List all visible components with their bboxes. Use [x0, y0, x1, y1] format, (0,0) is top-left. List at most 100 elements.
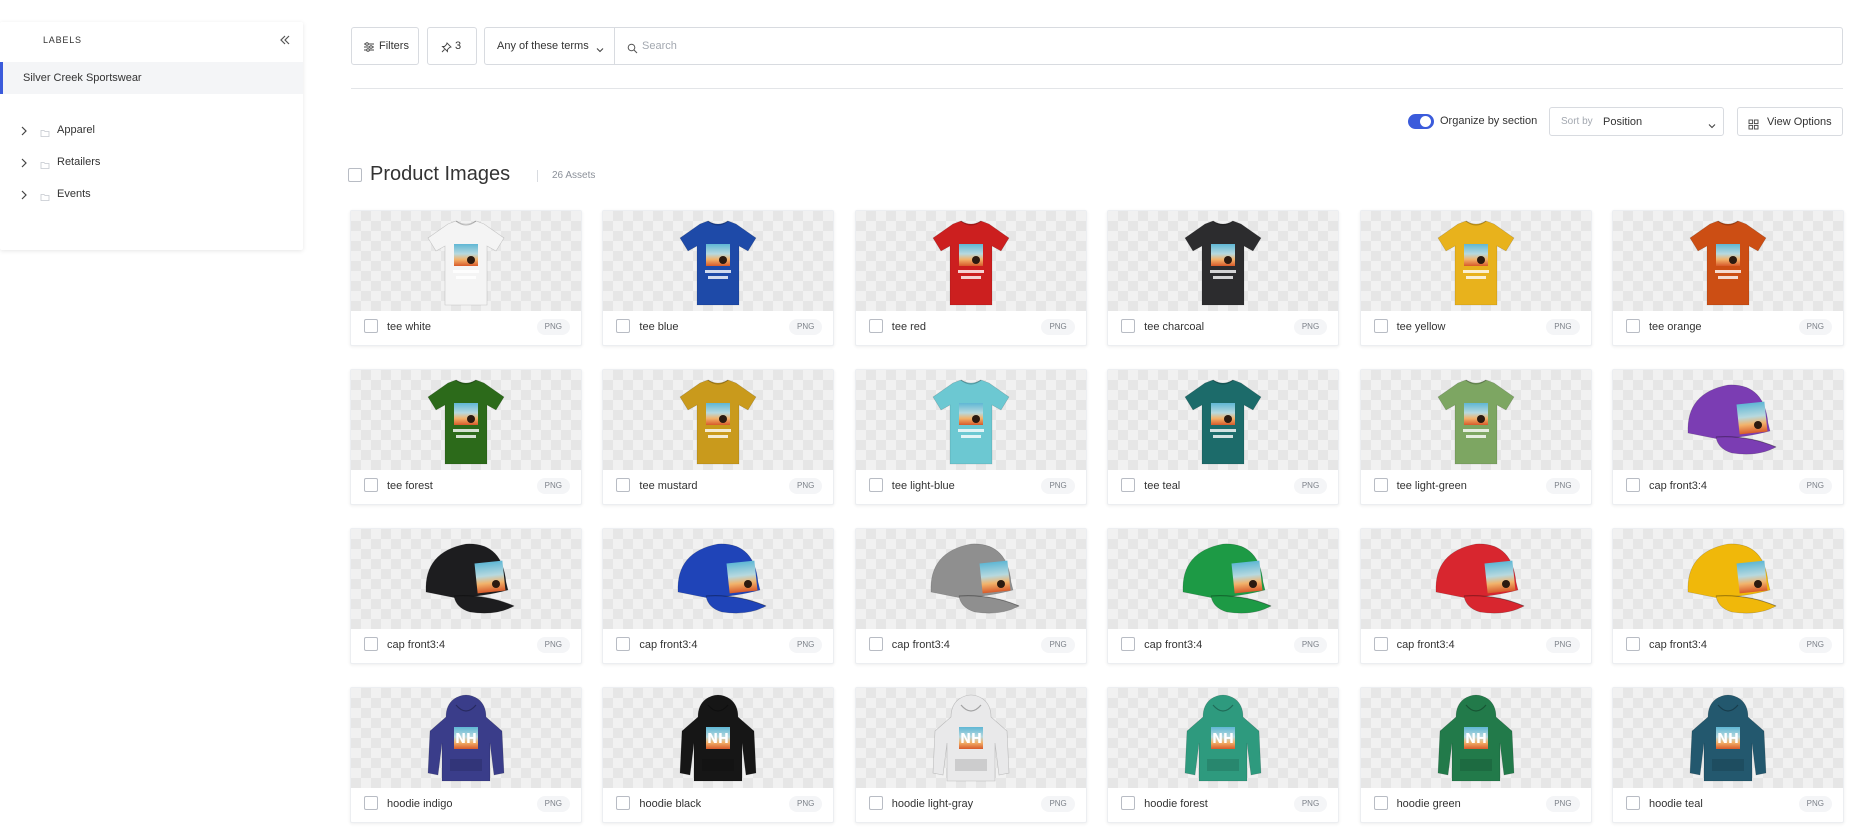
asset-card[interactable]: tee mustard PNG [602, 369, 835, 505]
view-options-button[interactable]: View Options [1737, 107, 1843, 136]
chevron-right-icon[interactable] [18, 156, 30, 168]
asset-thumbnail [1612, 370, 1843, 470]
asset-checkbox[interactable] [1121, 796, 1136, 810]
asset-checkbox[interactable] [364, 478, 378, 492]
asset-checkbox[interactable] [868, 478, 883, 492]
cap-image [1687, 384, 1777, 455]
asset-checkbox[interactable] [616, 637, 631, 651]
filters-label: Filters [379, 40, 409, 52]
asset-card[interactable]: tee teal PNG [1107, 369, 1340, 505]
file-format-badge: PNG [536, 478, 570, 494]
cap-image [930, 543, 1020, 614]
asset-checkbox[interactable] [1121, 637, 1136, 651]
asset-thumbnail [351, 211, 581, 311]
asset-card[interactable]: NH hoodie forest PNG [1107, 687, 1340, 823]
asset-checkbox[interactable] [1373, 796, 1388, 810]
sidebar-item-events[interactable]: Events [0, 180, 303, 208]
asset-card[interactable]: cap front3:4 PNG [1107, 528, 1340, 664]
sidebar-item-apparel[interactable]: Apparel [0, 116, 303, 144]
terms-mode-label: Any of these terms [497, 40, 589, 52]
cap-image [678, 543, 768, 614]
asset-card[interactable]: cap front3:4 PNG [602, 528, 835, 664]
asset-thumbnail [351, 370, 581, 470]
chevron-down-icon [595, 42, 605, 53]
file-format-badge: PNG [1293, 637, 1328, 653]
file-format-badge: PNG [536, 796, 570, 812]
asset-count: 26 Assets [552, 170, 596, 181]
asset-checkbox[interactable] [1625, 796, 1640, 810]
organize-by-section-toggle[interactable] [1408, 114, 1434, 129]
asset-checkbox[interactable] [1625, 637, 1640, 651]
asset-card[interactable]: cap front3:4 PNG [1611, 369, 1844, 505]
asset-card[interactable]: tee light-green PNG [1359, 369, 1592, 505]
asset-card[interactable]: tee white PNG [350, 210, 582, 346]
asset-checkbox[interactable] [1121, 319, 1136, 333]
asset-checkbox[interactable] [616, 319, 631, 333]
search-icon [627, 41, 638, 54]
asset-checkbox[interactable] [1625, 478, 1640, 492]
asset-card[interactable]: NH hoodie light-gray PNG [854, 687, 1087, 823]
asset-card[interactable]: tee orange PNG [1611, 210, 1844, 346]
asset-checkbox[interactable] [868, 637, 883, 651]
asset-checkbox[interactable] [868, 796, 883, 810]
sidebar-root-item[interactable]: Silver Creek Sportswear [0, 62, 303, 94]
labels-sidebar: LABELS Silver Creek Sportswear Apparel R… [0, 22, 303, 250]
asset-card[interactable]: tee yellow PNG [1359, 210, 1592, 346]
terms-mode-select[interactable]: Any of these terms [485, 28, 615, 64]
tee-image [679, 220, 757, 306]
asset-card[interactable]: cap front3:4 PNG [350, 528, 582, 664]
pinned-filters-button[interactable]: 3 [427, 27, 477, 65]
asset-card[interactable]: tee blue PNG [602, 210, 835, 346]
asset-checkbox[interactable] [364, 637, 378, 651]
asset-thumbnail [855, 529, 1086, 629]
sort-select[interactable]: Sort by Position [1549, 107, 1724, 136]
pinned-count: 3 [455, 40, 462, 52]
asset-checkbox[interactable] [1373, 319, 1388, 333]
asset-card[interactable]: cap front3:4 PNG [854, 528, 1087, 664]
search-input[interactable] [642, 36, 1822, 56]
asset-card[interactable]: NH hoodie green PNG [1359, 687, 1592, 823]
asset-checkbox[interactable] [1121, 478, 1136, 492]
asset-card[interactable]: tee red PNG [854, 210, 1087, 346]
asset-checkbox[interactable] [1625, 319, 1640, 333]
asset-card[interactable]: tee forest PNG [350, 369, 582, 505]
svg-text:NH: NH [960, 732, 982, 747]
asset-checkbox[interactable] [364, 796, 378, 810]
tee-image [1437, 379, 1514, 465]
file-format-badge: PNG [1546, 319, 1580, 335]
asset-checkbox[interactable] [868, 319, 883, 333]
sidebar-item-retailers[interactable]: Retailers [0, 148, 303, 176]
asset-checkbox[interactable] [1373, 637, 1388, 651]
tee-image [427, 379, 505, 465]
file-format-badge: PNG [1798, 796, 1832, 812]
asset-checkbox[interactable] [364, 319, 378, 333]
chevron-right-icon[interactable] [18, 124, 30, 136]
cap-image [1182, 543, 1272, 614]
chevron-right-icon[interactable] [18, 188, 30, 200]
select-section-checkbox[interactable] [348, 168, 362, 182]
asset-card[interactable]: NH hoodie black PNG [602, 687, 835, 823]
asset-thumbnail: NH [855, 688, 1086, 788]
asset-thumbnail [1360, 529, 1591, 629]
asset-name: hoodie green [1396, 798, 1461, 810]
filters-button[interactable]: Filters [351, 27, 419, 65]
asset-card[interactable]: cap front3:4 PNG [1359, 528, 1592, 664]
collapse-sidebar-icon[interactable] [276, 31, 294, 49]
organize-by-section-label: Organize by section [1440, 115, 1538, 127]
asset-checkbox[interactable] [616, 796, 631, 810]
asset-card[interactable]: tee light-blue PNG [854, 369, 1087, 505]
asset-card[interactable]: NH hoodie teal PNG [1611, 687, 1844, 823]
asset-thumbnail [351, 529, 581, 629]
asset-thumbnail: NH [603, 688, 834, 788]
cap-image [1435, 543, 1525, 614]
sliders-icon [363, 40, 375, 52]
hoodie-image: NH [1184, 694, 1262, 782]
asset-card[interactable]: cap front3:4 PNG [1611, 528, 1844, 664]
asset-thumbnail [1108, 529, 1339, 629]
asset-thumbnail: NH [1108, 688, 1339, 788]
asset-checkbox[interactable] [616, 478, 631, 492]
asset-card[interactable]: tee charcoal PNG [1107, 210, 1340, 346]
asset-thumbnail [1108, 211, 1339, 311]
asset-card[interactable]: NH hoodie indigo PNG [350, 687, 582, 823]
asset-checkbox[interactable] [1373, 478, 1388, 492]
